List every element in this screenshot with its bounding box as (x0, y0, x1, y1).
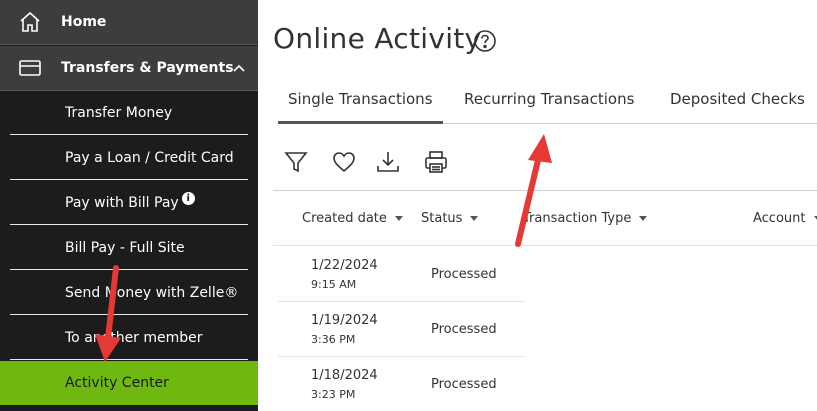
sidebar-item-text: Pay with Bill Pay (65, 194, 179, 211)
filter-icon[interactable] (282, 148, 310, 176)
sidebar-item-label: To another member (65, 329, 203, 346)
row-status: Processed (431, 322, 497, 337)
sidebar-item-pay-loan[interactable]: Pay a Loan / Credit Card (10, 136, 248, 180)
row-time: 9:15 AM (311, 278, 357, 291)
sidebar-item-label: Send Money with Zelle® (65, 284, 239, 301)
tab-recurring-transactions[interactable]: Recurring Transactions (464, 86, 634, 124)
sidebar-item-label: Home (61, 14, 107, 30)
help-icon[interactable] (473, 29, 497, 53)
sort-icon (813, 216, 817, 221)
tab-bar: Single Transactions Recurring Transactio… (278, 86, 817, 124)
sidebar: Home Transfers & Payments Transfer Money… (0, 0, 258, 411)
sidebar-item-activity-center[interactable]: Activity Center (0, 361, 258, 405)
sidebar-item-zelle[interactable]: Send Money with Zelle® (10, 271, 248, 315)
sidebar-item-label: Pay a Loan / Credit Card (65, 149, 234, 166)
sidebar-item-bill-pay-full-site[interactable]: Bill Pay - Full Site (10, 226, 248, 270)
row-status: Processed (431, 377, 497, 392)
sidebar-item-label: Pay with Bill Pay i (65, 191, 195, 211)
sidebar-item-bill-pay[interactable]: Pay with Bill Pay i (10, 181, 248, 225)
page-title: Online Activity (273, 22, 482, 55)
sort-icon (394, 216, 403, 221)
heart-icon[interactable] (330, 148, 358, 176)
credit-card-icon (19, 60, 41, 76)
column-transaction-type[interactable]: Transaction Type (523, 211, 648, 226)
table-row[interactable]: 1/18/2024 3:23 PM Processed (278, 357, 525, 411)
sidebar-item-transfer-money[interactable]: Transfer Money (10, 91, 248, 135)
download-icon[interactable] (374, 148, 402, 176)
table-row[interactable]: 1/19/2024 3:36 PM Processed (278, 302, 525, 357)
row-time: 3:36 PM (311, 333, 356, 346)
table-row[interactable]: 1/22/2024 9:15 AM Processed (278, 247, 525, 302)
sidebar-item-label: Activity Center (65, 375, 169, 391)
sidebar-item-label: Transfer Money (65, 104, 173, 121)
sidebar-item-another-member[interactable]: To another member (10, 316, 248, 360)
row-status: Processed (431, 267, 497, 282)
column-label: Transaction Type (523, 211, 632, 226)
column-account[interactable]: Account (753, 211, 817, 226)
chevron-up-icon[interactable] (232, 63, 246, 73)
row-time: 3:23 PM (311, 388, 356, 401)
row-date: 1/22/2024 (311, 258, 378, 273)
sort-icon (639, 216, 648, 221)
column-status[interactable]: Status (421, 211, 479, 226)
table-header: Created date Status Transaction Type Acc… (273, 190, 817, 246)
tab-deposited-checks[interactable]: Deposited Checks (670, 86, 805, 124)
info-icon[interactable]: i (181, 191, 195, 205)
home-icon (20, 11, 40, 32)
column-created-date[interactable]: Created date (302, 211, 403, 226)
tab-single-transactions[interactable]: Single Transactions (278, 86, 443, 124)
main-content: Online Activity Single Transactions Recu… (258, 0, 817, 411)
sidebar-item-home[interactable]: Home (0, 0, 258, 45)
print-icon[interactable] (422, 148, 450, 176)
sidebar-item-transfers-payments[interactable]: Transfers & Payments (0, 46, 258, 91)
column-label: Created date (302, 211, 387, 226)
row-date: 1/19/2024 (311, 313, 378, 328)
sidebar-item-label: Transfers & Payments (61, 60, 234, 76)
column-label: Status (421, 211, 463, 226)
column-label: Account (753, 211, 806, 226)
row-date: 1/18/2024 (311, 368, 378, 383)
sort-icon (470, 216, 479, 221)
sidebar-item-label: Bill Pay - Full Site (65, 239, 185, 256)
